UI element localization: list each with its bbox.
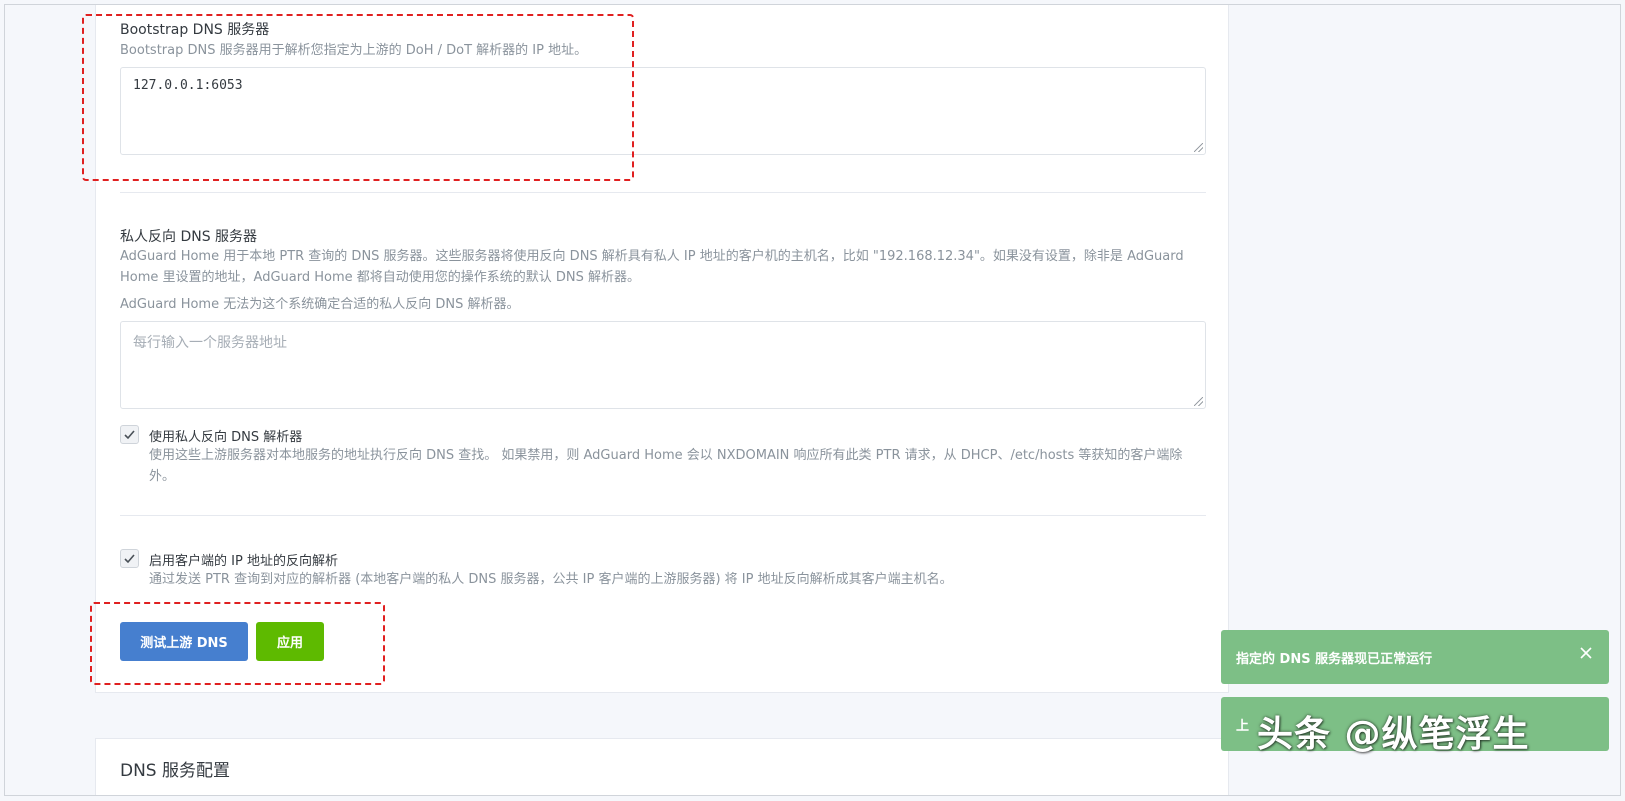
client-rdns-label: 启用客户端的 IP 地址的反向解析 bbox=[149, 554, 338, 569]
checkmark-icon bbox=[124, 430, 135, 440]
watermark: 头条 @纵笔浮生 bbox=[1257, 714, 1530, 755]
resize-handle-icon[interactable] bbox=[1194, 143, 1203, 152]
section-divider bbox=[120, 515, 1206, 516]
annotation-box-buttons bbox=[90, 602, 385, 685]
private-reverse-dns-help: AdGuard Home 用于本地 PTR 查询的 DNS 服务器。这些服务器将… bbox=[120, 249, 1184, 285]
dns-config-title: DNS 服务配置 bbox=[120, 761, 231, 781]
client-rdns-help: 通过发送 PTR 查询到对应的解析器 (本地客户端的私人 DNS 服务器，公共 … bbox=[149, 572, 953, 587]
use-private-rdns-help: 使用这些上游服务器对本地服务的地址执行反向 DNS 查找。 如果禁用，则 AdG… bbox=[149, 448, 1183, 484]
toast-message: 上 bbox=[1236, 718, 1250, 734]
checkmark-icon bbox=[124, 554, 135, 564]
app-frame: Bootstrap DNS 服务器 Bootstrap DNS 服务器用于解析您… bbox=[4, 4, 1621, 796]
close-icon[interactable] bbox=[1579, 646, 1593, 660]
use-private-rdns-label: 使用私人反向 DNS 解析器 bbox=[149, 430, 303, 445]
client-rdns-checkbox[interactable] bbox=[120, 549, 139, 568]
toast-success[interactable]: 指定的 DNS 服务器现已正常运行 bbox=[1221, 630, 1609, 684]
private-reverse-dns-title: 私人反向 DNS 服务器 bbox=[120, 229, 258, 245]
resize-handle-icon[interactable] bbox=[1194, 397, 1203, 406]
annotation-box-bootstrap bbox=[82, 14, 634, 181]
private-reverse-dns-warning: AdGuard Home 无法为这个系统确定合适的私人反向 DNS 解析器。 bbox=[120, 297, 520, 312]
dns-config-card: DNS 服务配置 bbox=[95, 738, 1229, 795]
use-private-rdns-checkbox[interactable] bbox=[120, 425, 139, 444]
private-reverse-dns-placeholder: 每行输入一个服务器地址 bbox=[133, 335, 287, 351]
private-reverse-dns-textarea[interactable]: 每行输入一个服务器地址 bbox=[120, 321, 1206, 409]
toast-message: 指定的 DNS 服务器现已正常运行 bbox=[1236, 651, 1433, 667]
section-divider bbox=[120, 192, 1206, 193]
